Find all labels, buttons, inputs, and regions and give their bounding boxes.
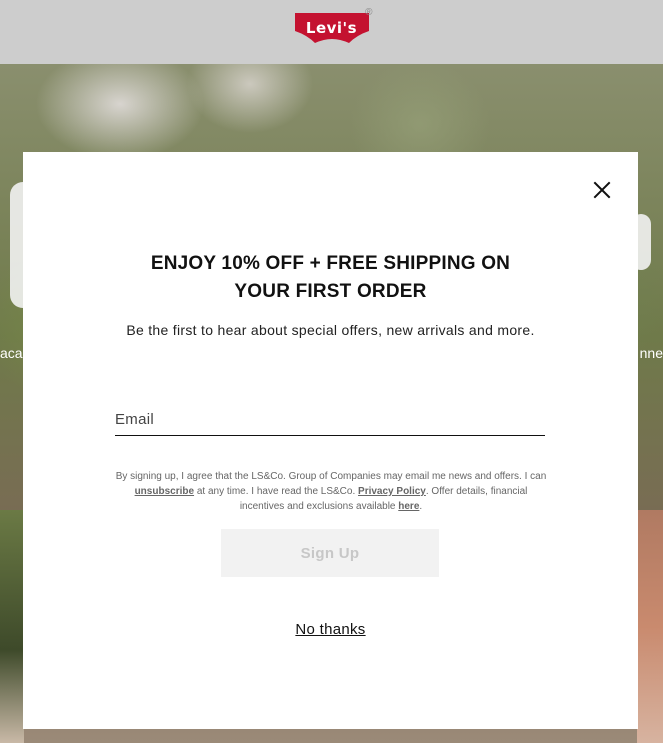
no-thanks-link[interactable]: No thanks [295,621,365,638]
email-field[interactable] [115,400,545,435]
unsubscribe-link[interactable]: unsubscribe [135,486,194,497]
legal-text-1: By signing up, I agree that the LS&Co. G… [115,471,547,482]
modal-title: ENJOY 10% OFF + FREE SHIPPING ON YOUR FI… [23,250,638,306]
privacy-policy-link[interactable]: Privacy Policy [358,486,426,497]
background-image-left [0,510,24,743]
offer-details-link[interactable]: here [398,501,419,512]
no-thanks-container: No thanks [23,621,638,638]
close-icon [593,181,611,199]
modal-title-line2: YOUR FIRST ORDER [234,281,427,302]
logo-text: Levi's [305,19,358,37]
sign-up-button[interactable]: Sign Up [221,529,439,577]
site-header: Levi's ® [0,0,663,64]
email-field-wrapper [115,400,545,436]
levis-logo[interactable]: Levi's ® [293,7,373,47]
modal-title-line1: ENJOY 10% OFF + FREE SHIPPING ON [150,253,511,274]
background-image-right [637,510,663,743]
registered-mark: ® [365,7,373,18]
legal-text-2: at any time. I have read the LS&Co. [194,486,359,497]
signup-modal: ENJOY 10% OFF + FREE SHIPPING ON YOUR FI… [23,152,638,729]
modal-subtitle: Be the first to hear about special offer… [126,322,535,338]
background-caption-right: nne [639,345,663,361]
background-caption-left: aca [0,345,23,361]
close-button[interactable] [591,179,613,201]
legal-disclaimer: By signing up, I agree that the LS&Co. G… [111,469,551,514]
legal-text-4: . [419,501,423,512]
